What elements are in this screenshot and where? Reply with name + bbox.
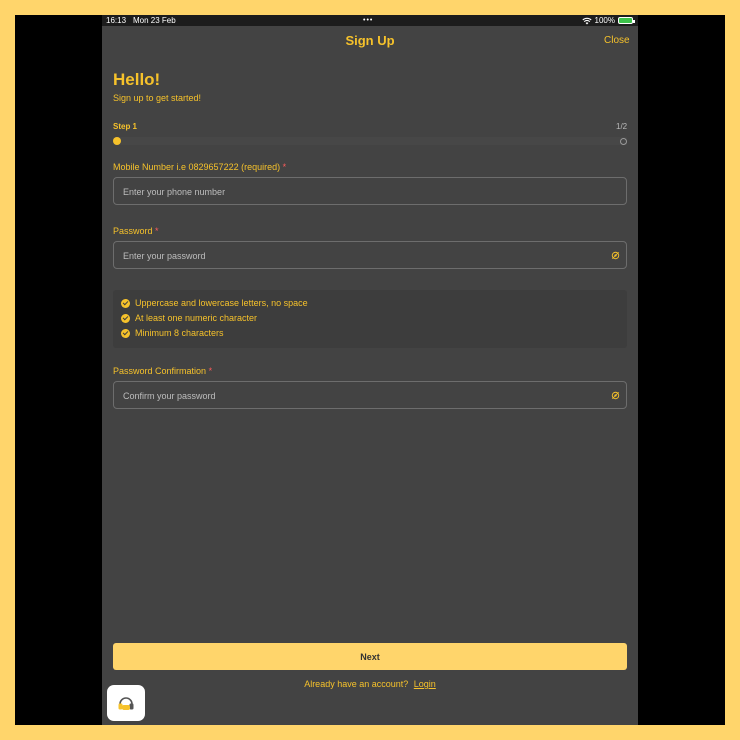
step-label: Step 1 (113, 122, 138, 131)
mobile-number-input[interactable] (121, 178, 605, 206)
requirement-text: Uppercase and lowercase letters, no spac… (135, 298, 308, 308)
required-mark: * (155, 226, 159, 236)
password-confirmation-field[interactable] (113, 381, 627, 410)
greeting-subtitle: Sign up to get started! (113, 93, 202, 103)
step-progress-track (113, 137, 627, 145)
password-confirmation-label-text: Password Confirmation (113, 366, 207, 376)
support-button[interactable] (107, 685, 145, 721)
step-dot-active (113, 137, 121, 145)
mobile-number-label-text: Mobile Number i.e 0829657222 (required) (113, 162, 281, 172)
mobile-number-field[interactable] (113, 177, 627, 206)
battery-icon (618, 17, 635, 24)
requirement-text: Minimum 8 characters (135, 328, 224, 338)
page-title: Sign Up (345, 33, 395, 48)
requirement-item: Minimum 8 characters (121, 328, 224, 338)
status-time: 16:13 (106, 16, 127, 25)
step-dot-inactive (620, 138, 627, 145)
check-circle-icon (121, 313, 130, 323)
eye-off-icon[interactable] (611, 251, 620, 260)
status-bar: 16:13 Mon 23 Feb ••• 100% (102, 15, 638, 26)
multitasking-dots[interactable]: ••• (363, 15, 373, 26)
password-label: Password * (113, 226, 159, 236)
check-circle-icon (121, 328, 130, 338)
login-prompt: Already have an account? Login (102, 679, 638, 689)
check-circle-icon (121, 298, 130, 308)
wifi-icon (581, 17, 592, 24)
status-date: Mon 23 Feb (133, 16, 176, 25)
headset-icon (118, 697, 134, 710)
already-account-text: Already have an account? (304, 679, 409, 689)
required-mark: * (282, 162, 287, 172)
password-requirements: Uppercase and lowercase letters, no spac… (113, 290, 627, 348)
password-confirmation-label: Password Confirmation * (113, 366, 212, 376)
requirement-text: At least one numeric character (135, 313, 258, 323)
required-mark: * (208, 366, 213, 376)
battery-percentage: 100% (594, 16, 615, 25)
step-count: 1/2 (616, 122, 628, 131)
close-button[interactable]: Close (604, 35, 630, 46)
password-input[interactable] (121, 242, 605, 270)
status-indicators: 100% (581, 15, 635, 26)
login-link[interactable]: Login (414, 679, 436, 689)
requirement-item: Uppercase and lowercase letters, no spac… (121, 298, 308, 308)
mobile-number-label: Mobile Number i.e 0829657222 (required) … (113, 162, 286, 172)
requirement-item: At least one numeric character (121, 313, 257, 323)
eye-off-icon[interactable] (611, 391, 620, 400)
password-confirmation-input[interactable] (121, 382, 605, 410)
greeting-heading: Hello! (113, 70, 161, 89)
next-button[interactable]: Next (113, 643, 627, 670)
password-label-text: Password (113, 226, 153, 236)
password-field[interactable] (113, 241, 627, 270)
